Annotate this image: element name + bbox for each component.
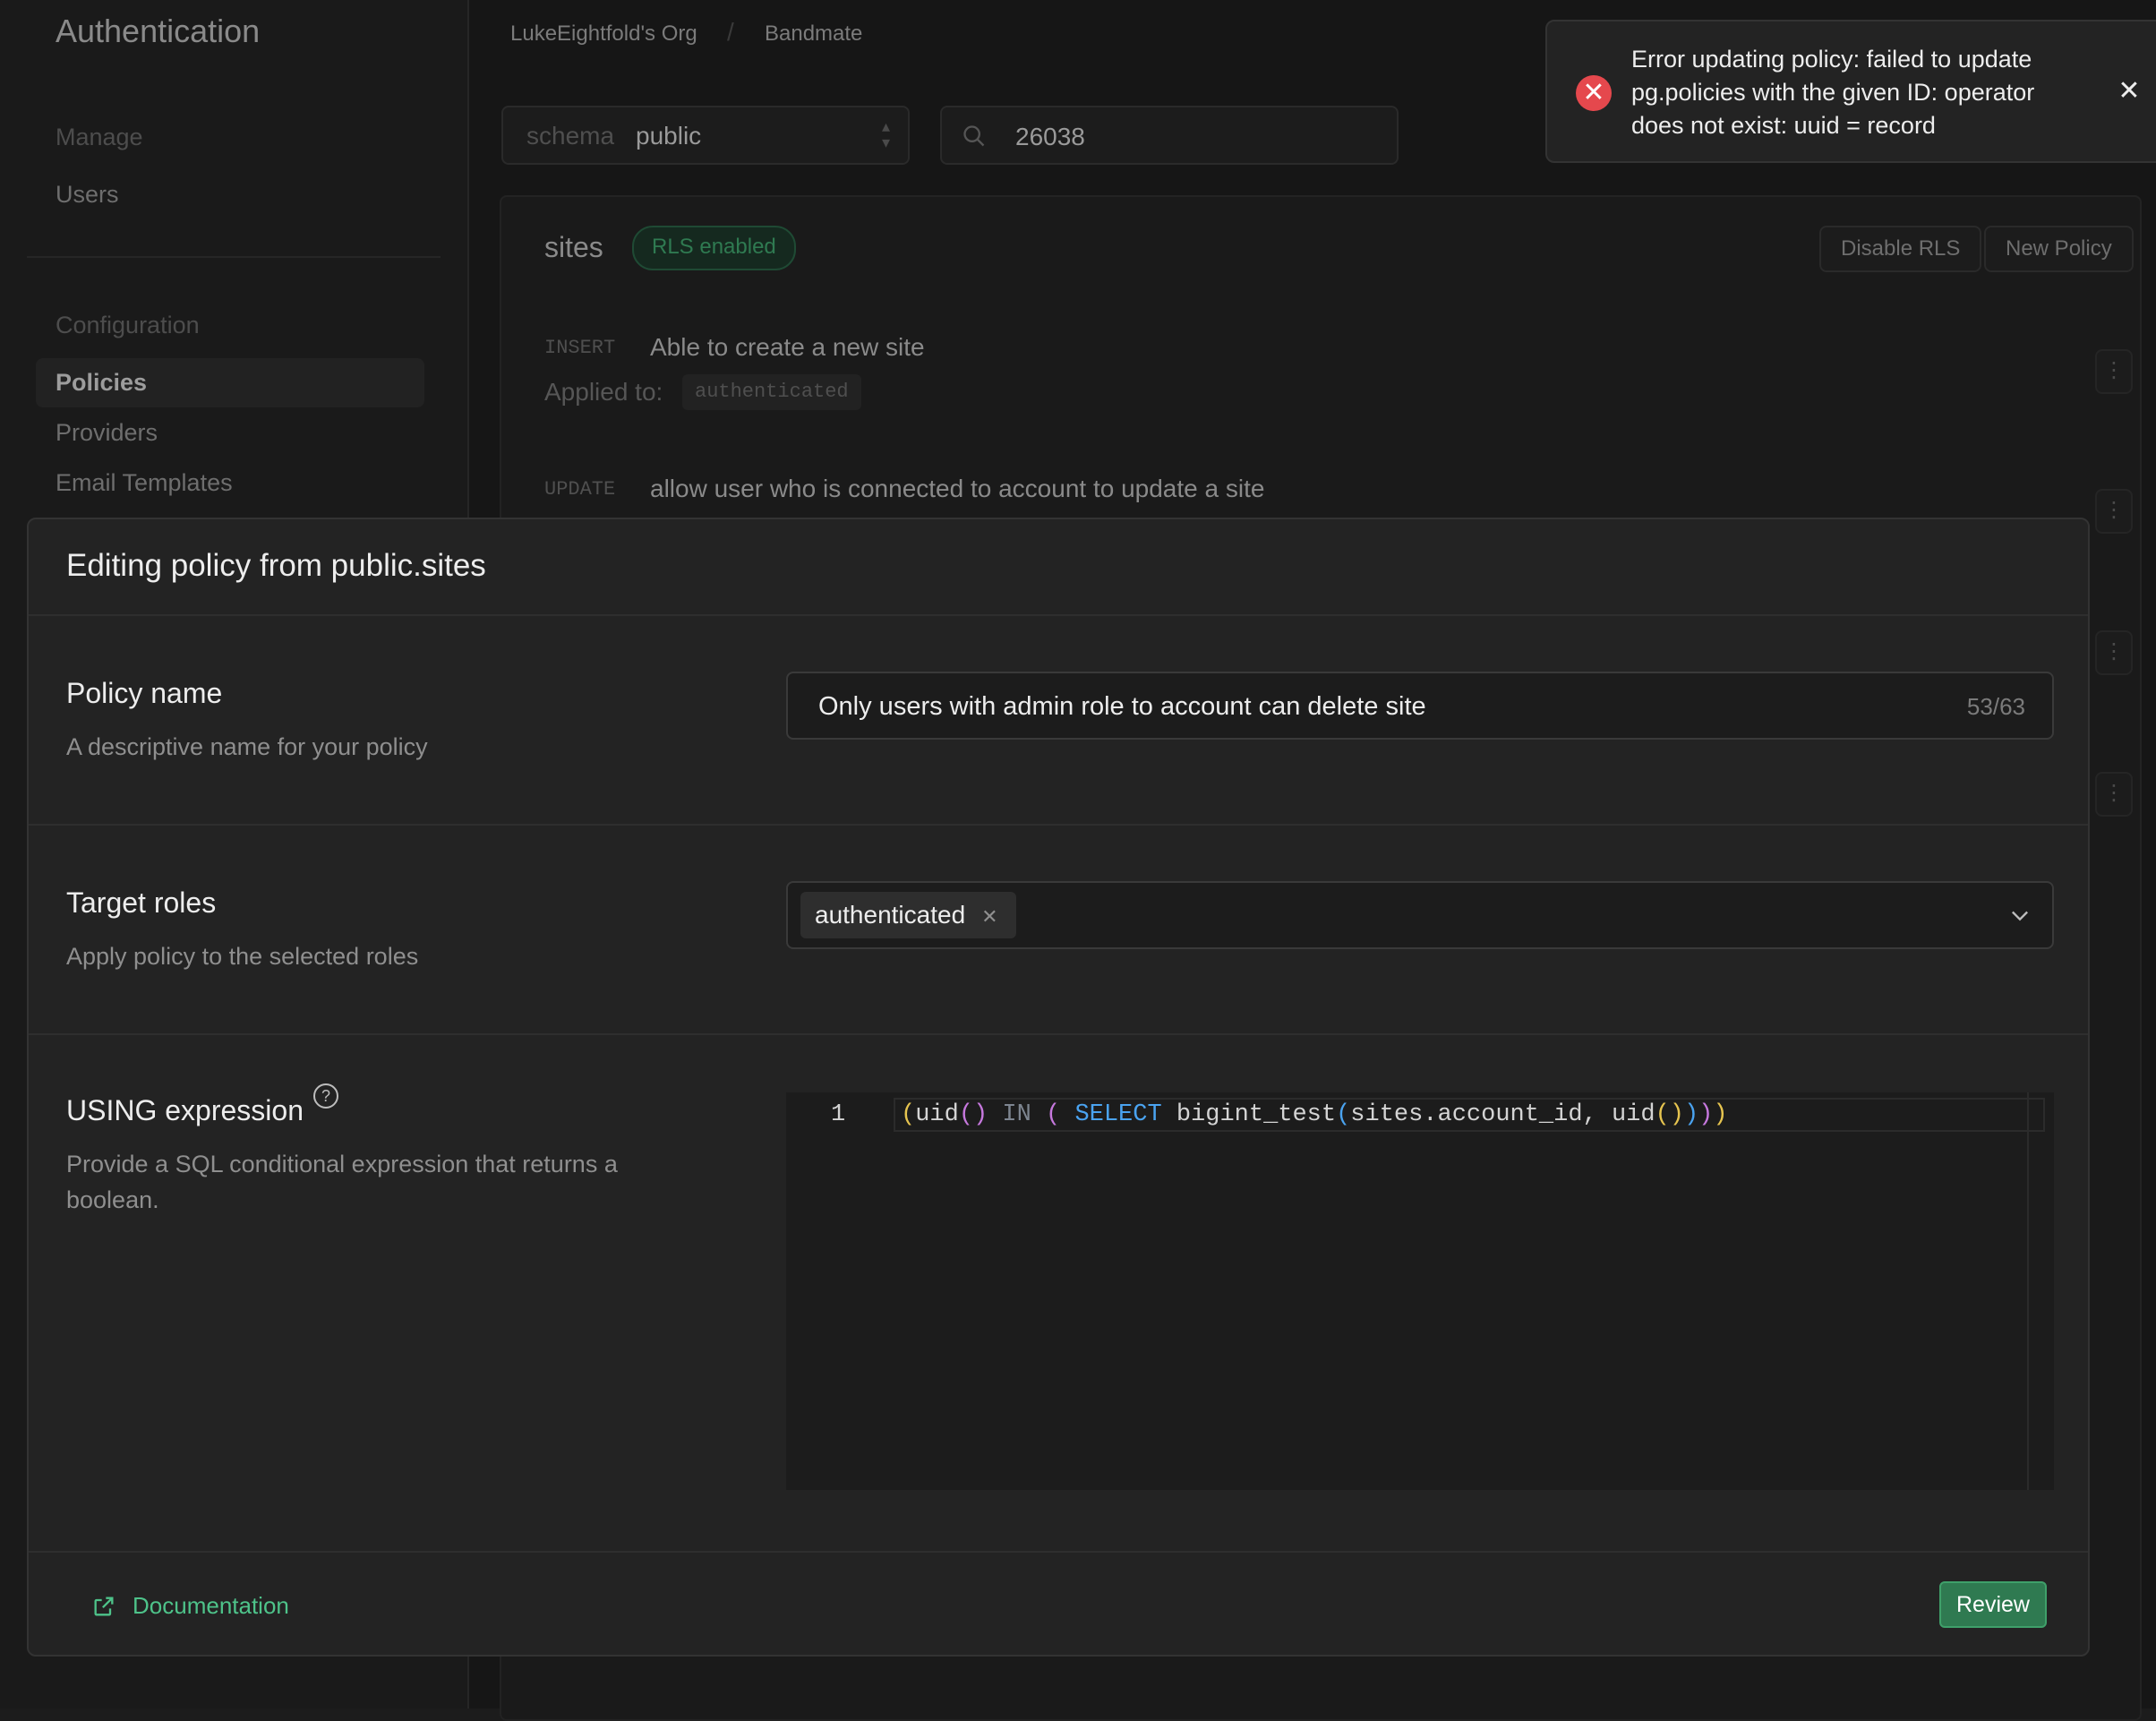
policy-name: Able to create a new site: [650, 333, 925, 361]
breadcrumb-project[interactable]: Bandmate: [765, 21, 862, 47]
policy-command: UPDATE: [544, 478, 616, 501]
close-icon[interactable]: ✕: [2113, 75, 2145, 107]
new-policy-button[interactable]: New Policy: [1984, 226, 2134, 272]
modal-title: Editing policy from public.sites: [66, 548, 486, 583]
search-input[interactable]: [1014, 118, 1375, 156]
policy-command: INSERT: [544, 337, 616, 359]
divider: [29, 824, 2088, 826]
sidebar-item-providers[interactable]: Providers: [56, 419, 158, 447]
breadcrumb-separator: /: [727, 18, 734, 46]
target-roles-description: Apply policy to the selected roles: [66, 943, 419, 970]
chevron-down-icon[interactable]: [2007, 903, 2032, 928]
using-expression-title: USING expression: [66, 1094, 304, 1126]
policy-applied-label: Applied to:: [544, 378, 663, 406]
sidebar-item-users[interactable]: Users: [56, 181, 119, 209]
editor-scrollbar[interactable]: [2027, 1092, 2029, 1490]
help-icon[interactable]: ?: [313, 1083, 338, 1109]
role-chip: authenticated ✕: [800, 892, 1016, 938]
error-icon: ✕: [1576, 75, 1612, 111]
sql-code-line[interactable]: (uid() IN ( SELECT bigint_test(sites.acc…: [901, 1098, 1728, 1132]
line-number: 1: [831, 1101, 846, 1128]
policy-name-input[interactable]: [817, 688, 1895, 725]
external-link-icon: [94, 1597, 114, 1616]
disable-rls-button[interactable]: Disable RLS: [1819, 226, 1982, 272]
target-roles-select[interactable]: authenticated ✕: [786, 881, 2054, 949]
policy-menu-button[interactable]: ⋮: [2095, 772, 2133, 817]
breadcrumb-org[interactable]: LukeEightfold's Org: [510, 21, 697, 47]
policy-name: allow user who is connected to account t…: [650, 475, 1265, 502]
character-count: 53/63: [1966, 693, 2025, 720]
error-toast: ✕ Error updating policy: failed to updat…: [1545, 20, 2156, 163]
schema-value: public: [636, 122, 702, 150]
policy-menu-button[interactable]: ⋮: [2095, 349, 2133, 394]
divider: [29, 1033, 2088, 1035]
policy-name-title: Policy name: [66, 677, 223, 709]
schema-label: schema: [526, 122, 615, 150]
divider: [29, 614, 2088, 616]
chevron-up-down-icon: ▴ ▾: [881, 117, 890, 151]
divider: [29, 1551, 2088, 1553]
toast-message: Error updating policy: failed to update …: [1631, 46, 2035, 139]
policy-role-tag: authenticated: [682, 374, 861, 410]
sidebar-item-email-templates[interactable]: Email Templates: [56, 469, 233, 497]
search-field[interactable]: [940, 106, 1399, 165]
review-button[interactable]: Review: [1939, 1581, 2047, 1628]
rls-status-badge: RLS enabled: [632, 226, 796, 270]
sidebar-item-policies[interactable]: Policies: [36, 358, 424, 407]
sidebar-section-manage: Manage: [56, 124, 143, 150]
target-roles-title: Target roles: [66, 886, 217, 919]
policy-menu-button[interactable]: ⋮: [2095, 489, 2133, 534]
policy-name-description: A descriptive name for your policy: [66, 733, 428, 760]
schema-select[interactable]: schema public ▴ ▾: [501, 106, 910, 165]
table-name: sites: [544, 231, 603, 263]
sidebar-divider: [27, 256, 441, 258]
documentation-link[interactable]: Documentation: [133, 1592, 289, 1620]
policy-name-field[interactable]: 53/63: [786, 672, 2054, 740]
role-chip-label: authenticated: [815, 901, 966, 929]
search-icon: [963, 125, 985, 147]
sidebar-section-configuration: Configuration: [56, 312, 200, 338]
policy-menu-button[interactable]: ⋮: [2095, 630, 2133, 675]
edit-policy-modal: Editing policy from public.sites Policy …: [27, 518, 2090, 1657]
sql-editor[interactable]: 1 (uid() IN ( SELECT bigint_test(sites.a…: [786, 1092, 2054, 1490]
using-expression-description: Provide a SQL conditional expression tha…: [66, 1151, 618, 1213]
sidebar-title: Authentication: [56, 13, 261, 49]
remove-role-icon[interactable]: ✕: [981, 905, 997, 928]
